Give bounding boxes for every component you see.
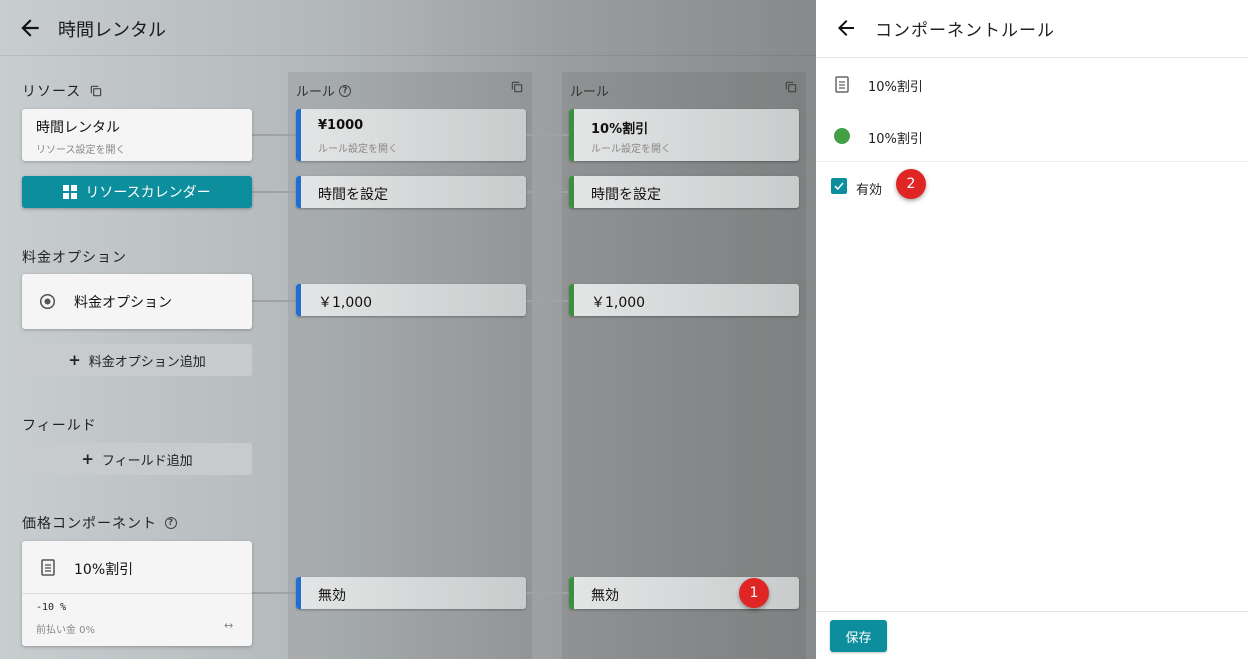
- rule-price-label: ￥1,000: [591, 295, 646, 311]
- rule-color-bar: [569, 284, 574, 316]
- resource-card-subtitle: リソース設定を開く: [36, 145, 126, 156]
- help-icon[interactable]: ?: [165, 517, 177, 529]
- grid-icon: [63, 185, 78, 199]
- resource-card-title: 時間レンタル: [36, 120, 120, 136]
- price-component-title: 10%割引: [74, 562, 134, 578]
- divider: [22, 593, 252, 594]
- rule-price-card[interactable]: ￥1,000: [569, 284, 799, 316]
- top-bar: 時間レンタル: [0, 0, 816, 56]
- enabled-label[interactable]: 有効: [856, 179, 882, 198]
- add-fee-option-label: 料金オプション追加: [88, 354, 206, 370]
- resource-section-label: リソース: [22, 81, 103, 101]
- resource-label-text: リソース: [22, 84, 82, 100]
- connector: [526, 191, 570, 193]
- save-button[interactable]: 保存: [830, 620, 887, 652]
- help-icon[interactable]: ?: [339, 84, 352, 97]
- copy-icon[interactable]: [89, 84, 103, 98]
- plus-icon: +: [68, 351, 81, 369]
- column-2-header: ルール: [570, 81, 609, 100]
- rule-state-card[interactable]: 無効: [296, 577, 526, 609]
- resource-card[interactable]: 時間レンタル リソース設定を開く: [22, 109, 252, 161]
- fee-option-card[interactable]: 料金オプション: [22, 274, 252, 329]
- copy-icon[interactable]: [784, 80, 798, 94]
- price-component-card[interactable]: 10%割引 -10 % 前払い金 0% ↔: [22, 541, 252, 646]
- column-1-label: ルール: [296, 85, 336, 100]
- price-component-label-text: 価格コンポーネント: [22, 516, 157, 532]
- add-fee-option-button[interactable]: + 料金オプション追加: [22, 344, 252, 376]
- connector: [252, 300, 296, 302]
- rule-time-card[interactable]: 時間を設定: [569, 176, 799, 208]
- price-component-value: -10 %: [36, 602, 67, 613]
- checkmark-icon: [834, 182, 844, 191]
- document-icon: [835, 76, 849, 93]
- back-arrow-icon[interactable]: [834, 16, 858, 40]
- price-component-prepay: 前払い金 0%: [36, 625, 96, 636]
- green-dot-icon: [834, 128, 850, 144]
- rule-time-label: 時間を設定: [591, 187, 661, 203]
- rule-time-card[interactable]: 時間を設定: [296, 176, 526, 208]
- rule-color-bar: [296, 284, 301, 316]
- rule-time-label: 時間を設定: [318, 187, 388, 203]
- rule-title: ¥1000: [318, 118, 364, 133]
- connector: [526, 300, 570, 302]
- step-badge-1: 1: [739, 578, 769, 608]
- rule-price-label: ￥1,000: [318, 295, 373, 311]
- copy-icon[interactable]: [510, 80, 524, 94]
- rule-price-card[interactable]: ￥1,000: [296, 284, 526, 316]
- resource-calendar-button[interactable]: リソースカレンダー: [22, 176, 252, 208]
- rule-state-label: 無効: [318, 588, 346, 604]
- rule-color-bar: [569, 176, 574, 208]
- connector: [252, 134, 296, 136]
- main-canvas: 時間レンタル ルール ? ルール リソース 時間レンタル リソース設定を開く リ…: [0, 0, 816, 659]
- rule-color-bar: [296, 176, 301, 208]
- fee-options-section-label: 料金オプション: [22, 247, 127, 267]
- panel-rule-name: 10%割引: [868, 132, 923, 147]
- panel-rule-row: 10%割引: [816, 110, 1248, 162]
- panel-component-row: 10%割引: [816, 58, 1248, 110]
- enabled-checkbox[interactable]: [831, 178, 847, 194]
- rule-color-bar: [569, 577, 574, 609]
- rule-subtitle: ルール設定を開く: [318, 144, 398, 155]
- panel-footer: 保存: [816, 611, 1248, 659]
- connector: [252, 592, 296, 594]
- rule-card[interactable]: 10%割引 ルール設定を開く: [569, 109, 799, 161]
- rule-color-bar: [569, 109, 574, 161]
- resource-calendar-label: リソースカレンダー: [85, 185, 211, 201]
- add-field-button[interactable]: + フィールド追加: [22, 443, 252, 475]
- component-rule-panel: コンポーネントルール 10%割引 10%割引 有効 2 保存: [816, 0, 1248, 659]
- back-arrow-icon[interactable]: [17, 15, 43, 41]
- panel-title: コンポーネントルール: [875, 21, 1055, 41]
- rule-state-label: 無効: [591, 588, 619, 604]
- swap-arrows-icon[interactable]: ↔: [224, 619, 233, 632]
- rule-color-bar: [296, 577, 301, 609]
- plus-icon: +: [81, 450, 94, 468]
- rule-title: 10%割引: [591, 122, 649, 137]
- rule-card[interactable]: ¥1000 ルール設定を開く: [296, 109, 526, 161]
- fields-label-text: フィールド: [22, 418, 97, 434]
- connector: [526, 134, 570, 136]
- fee-option-title: 料金オプション: [74, 295, 172, 311]
- rule-subtitle: ルール設定を開く: [591, 144, 671, 155]
- fields-section-label: フィールド: [22, 415, 97, 435]
- panel-header: コンポーネントルール: [816, 0, 1248, 58]
- fee-options-label-text: 料金オプション: [22, 250, 127, 266]
- step-badge-2: 2: [896, 169, 926, 199]
- panel-component-name: 10%割引: [868, 80, 923, 95]
- connector: [252, 191, 296, 193]
- radio-icon: [39, 293, 56, 310]
- rule-color-bar: [296, 109, 301, 161]
- column-1-header: ルール ?: [296, 81, 352, 100]
- price-component-section-label: 価格コンポーネント ?: [22, 513, 177, 533]
- document-icon: [41, 559, 55, 576]
- column-2-label: ルール: [570, 85, 610, 100]
- connector: [526, 592, 570, 594]
- add-field-label: フィールド追加: [101, 453, 193, 469]
- page-title: 時間レンタル: [58, 20, 166, 41]
